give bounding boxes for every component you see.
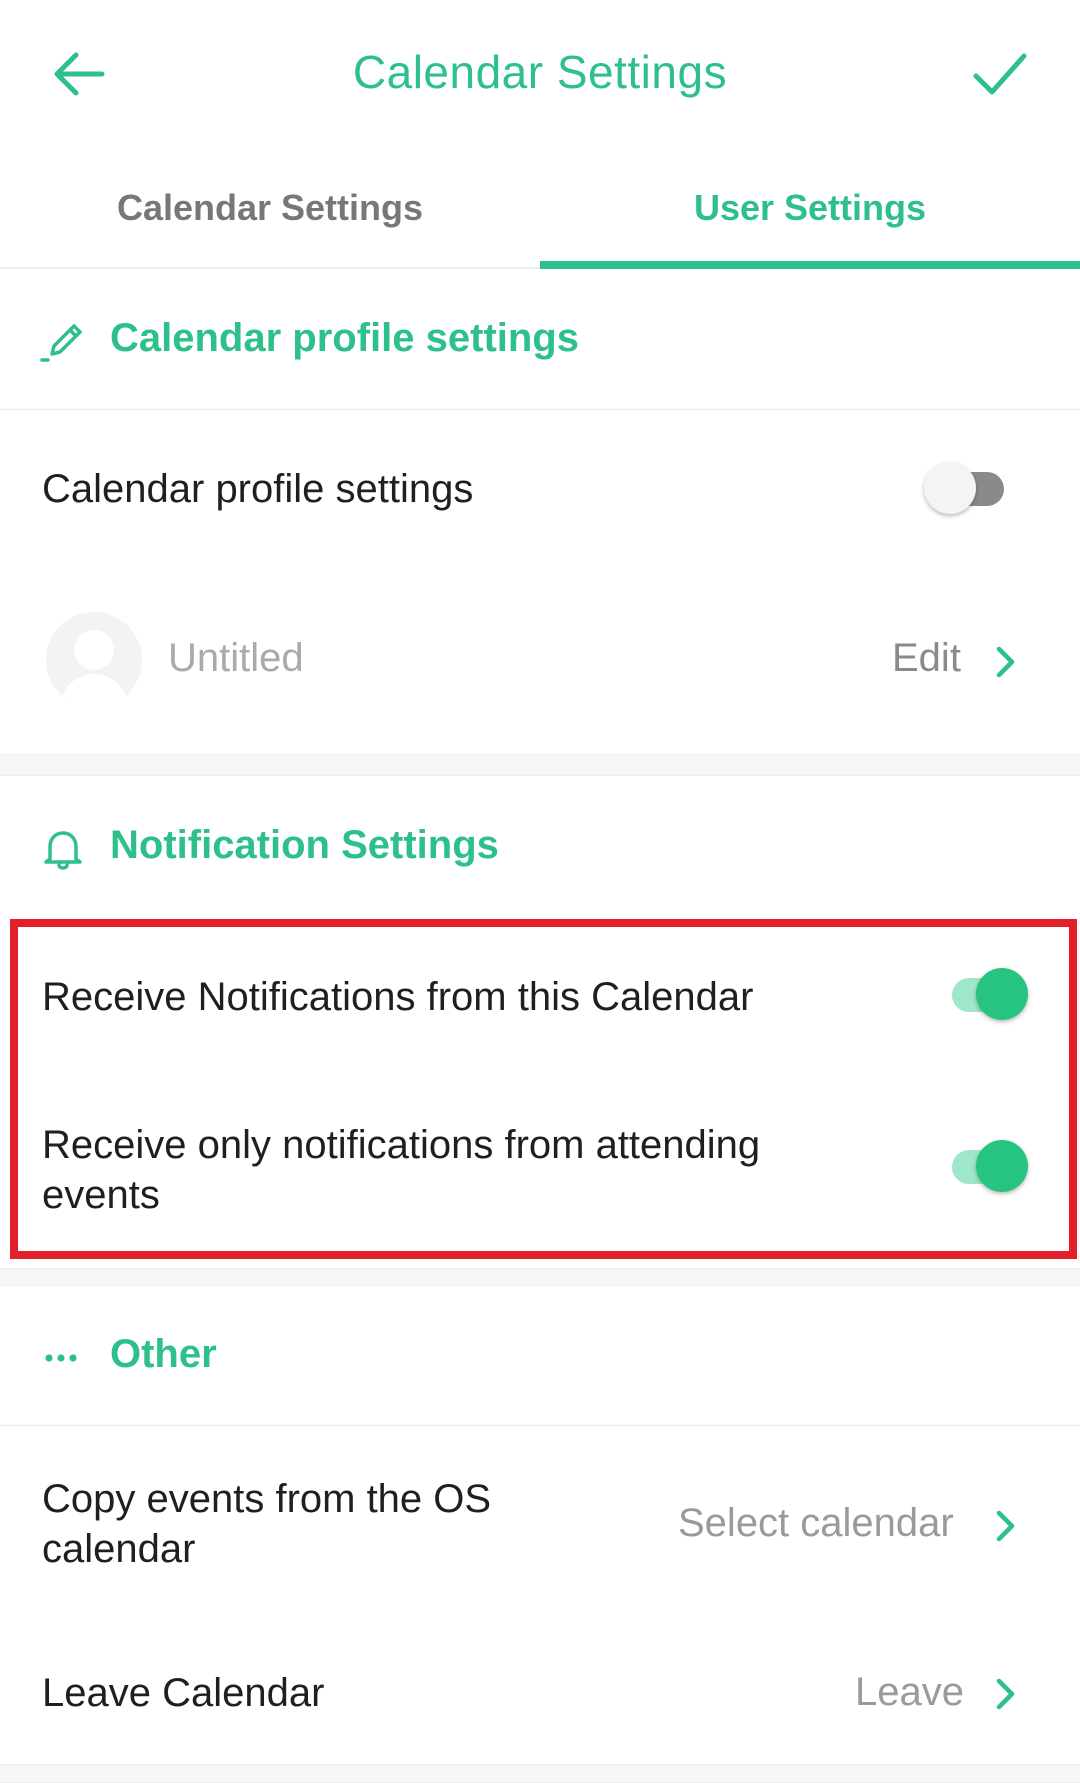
copy-events-label-line1: Copy events from the OS xyxy=(42,1477,492,1521)
leave-link[interactable]: Leave xyxy=(855,1670,964,1715)
section-spacer xyxy=(0,754,1080,776)
section-header-other: Other xyxy=(0,1286,1080,1426)
chevron-right-icon[interactable] xyxy=(992,1674,1020,1714)
edit-profile-link[interactable]: Edit xyxy=(892,636,961,681)
divider xyxy=(0,1425,1080,1426)
profile-name: Untitled xyxy=(168,636,304,680)
section-header-profile: Calendar profile settings xyxy=(0,270,1080,410)
tab-bar: Calendar Settings User Settings xyxy=(0,145,1080,269)
more-dots-icon xyxy=(45,1354,77,1362)
page-title: Calendar Settings xyxy=(352,46,728,98)
bell-icon xyxy=(44,831,82,870)
section-title: Calendar profile settings xyxy=(110,316,579,360)
chevron-right-icon[interactable] xyxy=(992,642,1020,682)
copy-events-label: Copy events from the OS calendar xyxy=(42,1474,491,1574)
leave-calendar-label: Leave Calendar xyxy=(42,1671,325,1715)
avatar-body xyxy=(60,674,128,708)
divider xyxy=(0,409,1080,410)
section-title: Other xyxy=(110,1332,217,1376)
tab-user-settings[interactable]: User Settings xyxy=(540,187,1080,229)
section-spacer xyxy=(0,1268,1080,1286)
pencil-icon xyxy=(40,324,82,362)
avatar-head xyxy=(74,630,114,670)
tab-calendar-settings[interactable]: Calendar Settings xyxy=(0,187,540,229)
active-tab-indicator xyxy=(540,261,1080,269)
avatar xyxy=(46,612,142,708)
section-header-notifications: Notification Settings xyxy=(0,777,1080,917)
highlight-annotation-box xyxy=(10,919,1077,1259)
app-bar: Calendar Settings xyxy=(0,0,1080,145)
copy-events-label-line2: calendar xyxy=(42,1527,196,1571)
profile-settings-label: Calendar profile settings xyxy=(42,467,474,511)
profile-settings-toggle[interactable] xyxy=(924,460,1008,516)
section-spacer xyxy=(0,1764,1080,1783)
chevron-right-icon[interactable] xyxy=(992,1506,1020,1546)
select-calendar-link[interactable]: Select calendar xyxy=(678,1501,954,1546)
checkmark-icon[interactable] xyxy=(972,46,1028,102)
toggle-knob xyxy=(924,462,976,514)
section-title: Notification Settings xyxy=(110,823,499,867)
